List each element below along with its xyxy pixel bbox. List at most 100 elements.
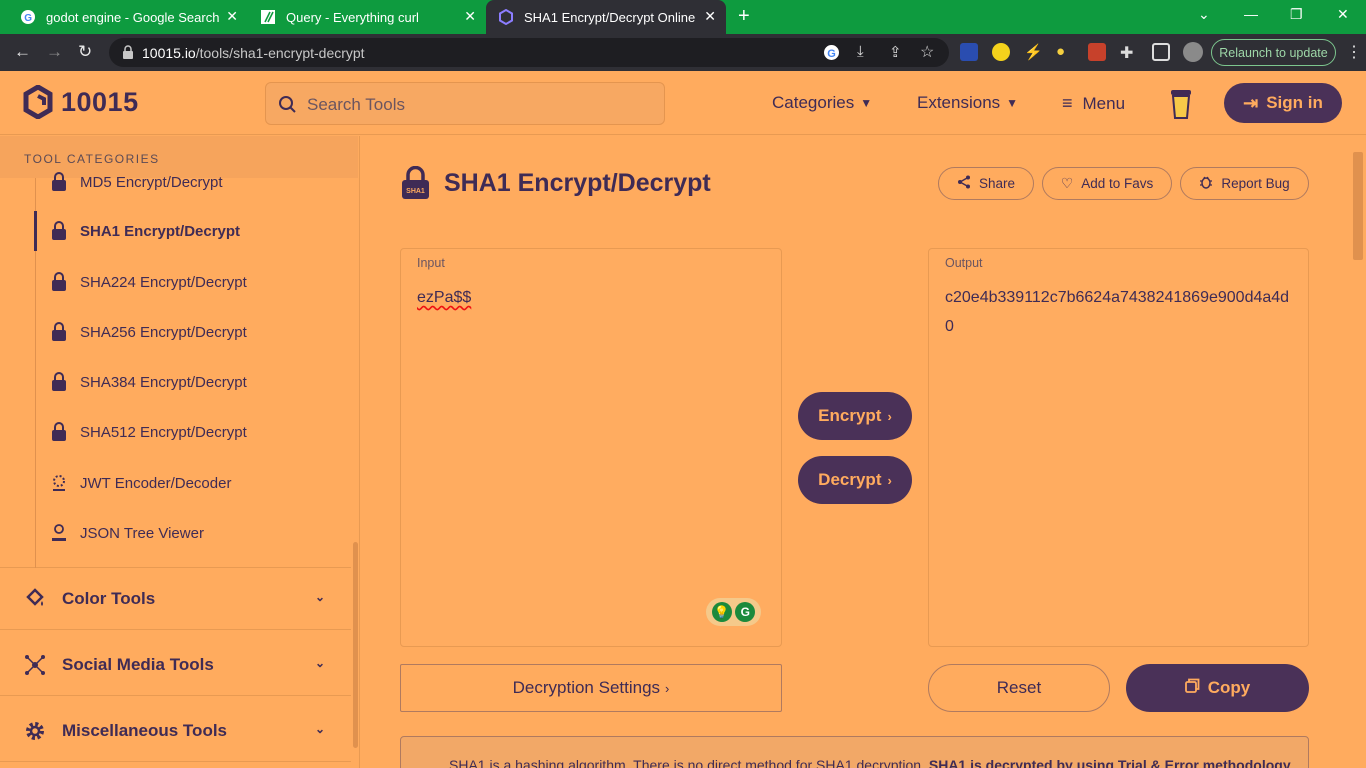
browser-tab-active[interactable]: SHA1 Encrypt/Decrypt Online | 1 ✕ — [486, 0, 726, 34]
close-tab-icon[interactable]: ✕ — [226, 8, 238, 25]
chevron-right-icon: › — [887, 408, 892, 424]
relaunch-button[interactable]: Relaunch to update — [1211, 39, 1336, 66]
sidebar-category-miscellaneous-tools[interactable]: Miscellaneous Tools ⌄ — [0, 700, 351, 762]
more-menu-icon[interactable]: ⋮ — [1346, 42, 1362, 62]
output-label: Output — [945, 256, 983, 270]
bookmark-star-icon[interactable]: ☆ — [920, 42, 934, 62]
window-close-icon[interactable]: ✕ — [1337, 6, 1349, 23]
search-input[interactable]: Search Tools — [265, 82, 665, 125]
extension-bolt-icon[interactable]: ⚡ — [1024, 43, 1043, 61]
tab-search-icon[interactable]: ⌄ — [1198, 6, 1210, 23]
input-value: ezPa$$ — [417, 283, 767, 312]
sidebar-scrollbar[interactable] — [353, 542, 358, 748]
input-textarea[interactable]: Input ezPa$$ 💡 G — [400, 248, 782, 647]
browser-tab-bar: G godot engine - Google Search ✕ Query -… — [0, 0, 1366, 34]
sidebar-item-label: JSON Tree Viewer — [80, 524, 204, 542]
share-button[interactable]: Share — [938, 167, 1034, 200]
sidebar-item-md5[interactable]: MD5 Encrypt/Decrypt — [36, 162, 351, 202]
profile-avatar[interactable] — [1183, 42, 1203, 62]
site-logo[interactable]: 10015 — [23, 85, 139, 119]
chevron-right-icon: › — [887, 472, 892, 488]
grammarly-widget[interactable]: 💡 G — [706, 598, 761, 626]
browser-tab[interactable]: Query - Everything curl ✕ — [248, 0, 486, 34]
extension-smiley-icon[interactable] — [992, 43, 1010, 61]
sidebar-item-sha256[interactable]: SHA256 Encrypt/Decrypt — [36, 312, 351, 352]
extension-lemon-icon[interactable]: ● — [1056, 43, 1074, 61]
search-icon — [279, 96, 296, 113]
decrypt-label: Decrypt — [818, 470, 882, 489]
input-value-text: ezPa$$ — [417, 289, 472, 306]
extensions-menu[interactable]: Extensions ▼ — [917, 93, 1018, 113]
reload-icon[interactable]: ↻ — [78, 42, 92, 62]
10015-favicon-icon — [498, 9, 514, 25]
extensions-puzzle-icon[interactable]: ✚ — [1120, 43, 1138, 62]
share-icon — [957, 175, 971, 192]
sidebar-category-color-tools[interactable]: Color Tools ⌄ — [0, 568, 351, 630]
sidebar-item-jwt[interactable]: JWT Encoder/Decoder — [36, 463, 351, 503]
categories-menu[interactable]: Categories ▼ — [772, 93, 872, 113]
add-to-favs-label: Add to Favs — [1081, 176, 1154, 191]
page-scrollbar[interactable] — [1351, 136, 1366, 768]
report-bug-button[interactable]: Report Bug — [1180, 167, 1309, 200]
tab-title: SHA1 Encrypt/Decrypt Online | 1 — [524, 9, 700, 25]
logo-hexagon-icon — [23, 85, 53, 119]
restore-icon[interactable]: ❐ — [1290, 6, 1303, 23]
install-icon[interactable]: ⤓ — [857, 43, 864, 60]
tab-title: Query - Everything curl — [286, 9, 419, 25]
info-box: SHA1 is a hashing algorithm. There is no… — [400, 736, 1309, 768]
heart-icon: ♡ — [1060, 175, 1074, 191]
google-lens-icon[interactable]: G — [823, 44, 840, 66]
sidebar-item-label: SHA512 Encrypt/Decrypt — [80, 423, 247, 441]
side-panel-icon[interactable] — [1152, 43, 1170, 61]
sign-in-button[interactable]: ⇥ Sign in — [1224, 83, 1342, 123]
sidebar-item-sha384[interactable]: SHA384 Encrypt/Decrypt — [36, 362, 351, 402]
extension-n-icon[interactable] — [960, 43, 978, 61]
menu-label: Menu — [1082, 93, 1126, 113]
back-icon[interactable]: ← — [14, 42, 31, 62]
sha384-lock-icon — [50, 372, 68, 392]
reset-button[interactable]: Reset — [928, 664, 1110, 712]
sign-in-icon: ⇥ — [1243, 92, 1259, 113]
grammarly-icon: G — [735, 602, 756, 622]
main-content: SHA1 SHA1 Encrypt/Decrypt Share ♡ Add to… — [361, 136, 1351, 768]
url-omnibox[interactable]: 10015.io/tools/sha1-encrypt-decrypt G ⤓ … — [109, 38, 949, 67]
output-textarea[interactable]: Output c20e4b339112c7b6624a7438241869e90… — [928, 248, 1309, 647]
share-page-icon[interactable]: ⇪ — [889, 43, 902, 61]
decrypt-button[interactable]: Decrypt › — [798, 456, 912, 504]
sidebar-item-json-tree[interactable]: JSON Tree Viewer — [36, 513, 351, 553]
sidebar-item-sha1[interactable]: SHA1 Encrypt/Decrypt — [34, 211, 351, 251]
page-scrollbar-thumb[interactable] — [1353, 152, 1363, 260]
share-label: Share — [978, 176, 1016, 191]
svg-text:G: G — [24, 13, 32, 24]
encrypt-button[interactable]: Encrypt › — [798, 392, 912, 440]
sidebar-item-label: JWT Encoder/Decoder — [80, 474, 232, 492]
md5-lock-icon — [50, 172, 68, 192]
chevron-down-icon: ▼ — [1006, 96, 1019, 110]
sidebar: TOOL CATEGORIES MD5 Encrypt/Decrypt SHA1… — [0, 136, 360, 768]
info-text: SHA1 is a hashing algorithm. There is no… — [449, 757, 929, 768]
extension-lh-icon[interactable] — [1088, 43, 1106, 61]
browser-tab[interactable]: G godot engine - Google Search ✕ — [8, 0, 248, 34]
categories-label: Categories — [772, 93, 855, 112]
sign-in-label: Sign in — [1266, 93, 1323, 112]
sidebar-category-social-media-tools[interactable]: Social Media Tools ⌄ — [0, 634, 351, 696]
decryption-settings-button[interactable]: Decryption Settings › — [400, 664, 782, 712]
sidebar-item-sha224[interactable]: SHA224 Encrypt/Decrypt — [36, 262, 351, 302]
forward-icon[interactable]: → — [46, 42, 63, 62]
coffee-cup-icon[interactable] — [1169, 86, 1193, 125]
lightbulb-icon: 💡 — [711, 602, 732, 622]
address-bar-row: ← → ↻ 10015.io/tools/sha1-encrypt-decryp… — [0, 34, 1366, 71]
jwt-icon — [50, 473, 68, 493]
add-to-favs-button[interactable]: ♡ Add to Favs — [1042, 167, 1172, 200]
curl-favicon-icon — [260, 9, 276, 25]
new-tab-icon[interactable]: + — [738, 5, 750, 28]
sidebar-subitems: MD5 Encrypt/Decrypt SHA1 Encrypt/Decrypt… — [0, 172, 351, 568]
close-tab-icon[interactable]: ✕ — [464, 8, 476, 25]
copy-button[interactable]: Copy — [1126, 664, 1309, 712]
sidebar-item-sha512[interactable]: SHA512 Encrypt/Decrypt — [36, 412, 351, 452]
close-tab-icon[interactable]: ✕ — [704, 8, 716, 25]
json-tree-icon — [50, 523, 68, 543]
minimize-icon[interactable]: — — [1244, 6, 1258, 22]
menu-button[interactable]: ≡ Menu — [1062, 93, 1125, 114]
report-bug-label: Report Bug — [1221, 176, 1290, 191]
